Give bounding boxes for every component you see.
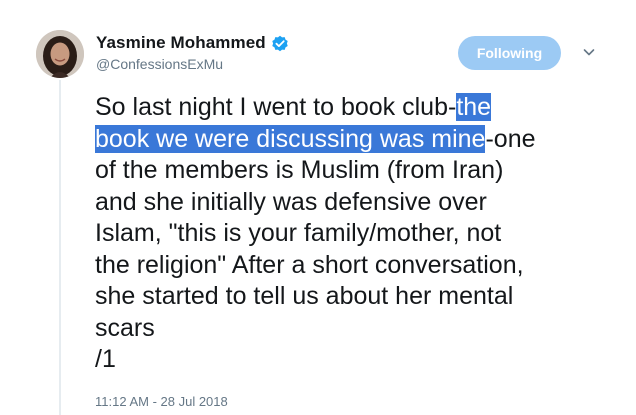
tweet-text-highlighted: book we were discussing was mine — [95, 124, 486, 153]
tweet-text-segment: So last night I went to book club- — [95, 93, 457, 121]
tweet-text-highlighted: the — [456, 93, 492, 121]
following-button[interactable]: Following — [458, 36, 561, 70]
tweet-text: So last night I went to book club-the boo… — [95, 92, 615, 376]
tweet-text-line: she started to tell us about her mental — [95, 282, 514, 310]
tweet-text-line: scars — [95, 313, 155, 342]
user-handle[interactable]: @ConfessionsExMu — [96, 56, 223, 72]
tweet-text-line: /1 — [95, 345, 116, 373]
tweet-text-line: the religion" After a short conversation… — [95, 250, 524, 279]
avatar-image — [36, 30, 84, 78]
tweet-text-line: and she initially was defensive over — [95, 187, 487, 216]
user-name-row: Yasmine Mohammed — [96, 33, 289, 53]
tweet-timestamp[interactable]: 11:12 AM - 28 Jul 2018 — [95, 394, 228, 409]
tweet-text-line2: book we were discussing was mine-one — [95, 124, 536, 153]
verified-badge-icon — [271, 35, 289, 53]
thread-connector-line — [59, 80, 61, 415]
tweet-text-line: of the members is Muslim (from Iran) — [95, 156, 504, 184]
chevron-down-icon[interactable] — [581, 44, 597, 60]
tweet-view: Yasmine Mohammed @ConfessionsExMu Follow… — [0, 0, 636, 415]
tweet-text-line: Islam, "this is your family/mother, not — [95, 219, 502, 247]
display-name[interactable]: Yasmine Mohammed — [96, 33, 266, 53]
tweet-text-segment: -one — [485, 124, 536, 153]
tweet-text-line1: So last night I went to book club-the — [95, 93, 492, 121]
avatar[interactable] — [36, 30, 84, 78]
